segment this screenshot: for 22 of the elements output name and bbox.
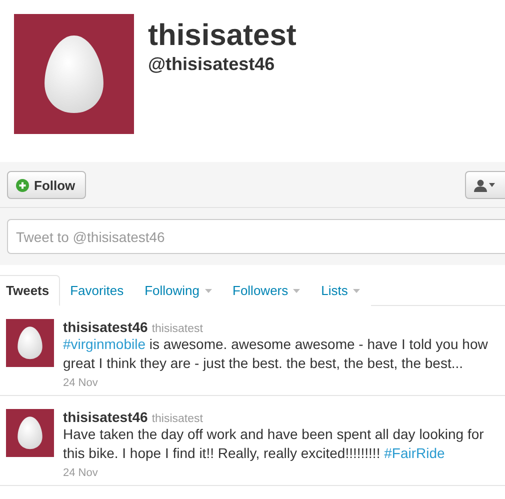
- egg-icon: [17, 416, 43, 450]
- tweet-input-field[interactable]: Tweet to @thisisatest46: [7, 219, 505, 254]
- tweet-author-name[interactable]: thisisatest46: [63, 409, 148, 425]
- profile-tab[interactable]: Tweets: [0, 275, 60, 306]
- tweet-date[interactable]: 24 Nov: [63, 377, 499, 389]
- tweet-text: #virginmobile is awesome. awesome awesome - have I told you how great I think they are - just the best. the best, the best, the best...: [63, 335, 489, 373]
- hashtag-link[interactable]: #FairRide: [384, 445, 445, 461]
- tweet-username: thisisatest: [152, 323, 203, 335]
- tweet-date[interactable]: 24 Nov: [63, 467, 499, 479]
- tweet-username: thisisatest: [152, 413, 203, 425]
- egg-icon: [17, 326, 43, 360]
- tweet-text: Have taken the day off work and have been spent all day looking for this bike. I hope I find it!! Really, really excited!!!!!!!!! #FairRide: [63, 425, 485, 463]
- plus-icon: [16, 178, 29, 192]
- caret-icon: [489, 183, 495, 187]
- follow-button[interactable]: Follow: [7, 171, 86, 199]
- user-menu-button[interactable]: [465, 171, 505, 199]
- profile-handle: @thisisatest46: [148, 54, 276, 75]
- person-icon: [474, 178, 487, 192]
- hashtag-link[interactable]: #virginmobile: [63, 336, 146, 352]
- egg-icon: [43, 34, 105, 114]
- profile-name: thisisatest: [148, 18, 296, 54]
- tweet-author-name[interactable]: thisisatest46: [63, 319, 148, 335]
